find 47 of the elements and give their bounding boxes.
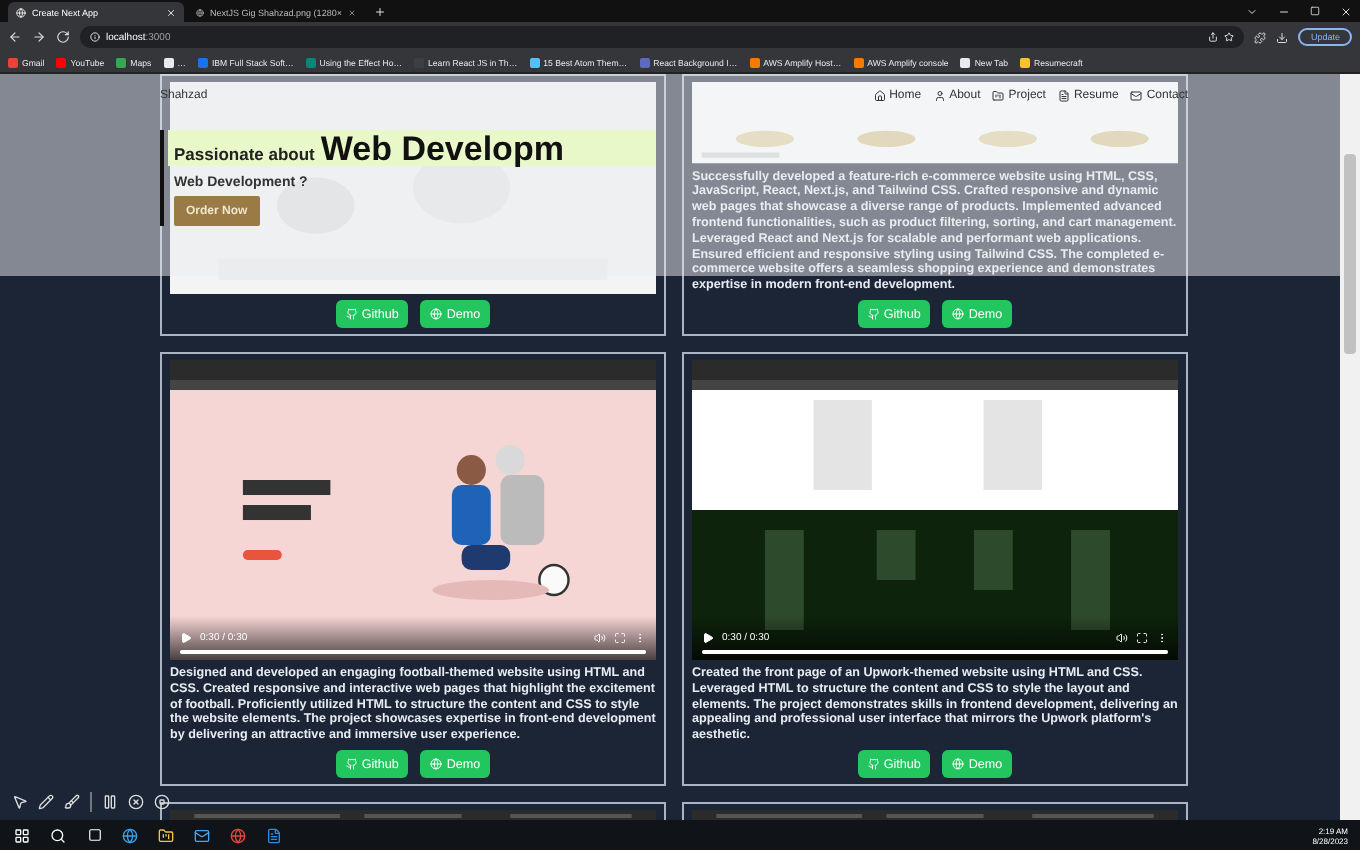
browser-icon[interactable] — [120, 825, 140, 845]
play-icon[interactable] — [702, 632, 714, 645]
pencil-icon[interactable] — [38, 794, 54, 810]
video-progress[interactable] — [702, 650, 1168, 655]
globe-icon — [196, 7, 205, 17]
search-icon[interactable] — [48, 825, 68, 845]
globe-icon — [16, 7, 26, 17]
globe-icon — [430, 308, 443, 320]
stop-icon[interactable] — [154, 794, 170, 810]
info-icon — [90, 32, 100, 42]
home-icon — [873, 90, 886, 102]
user-icon — [933, 90, 946, 102]
pause-icon[interactable] — [102, 794, 118, 810]
maximize-icon[interactable] — [1310, 6, 1320, 16]
scrollbar[interactable] — [1340, 74, 1360, 820]
globe-icon — [430, 758, 443, 770]
share-icon[interactable] — [1208, 32, 1219, 42]
folder-icon — [992, 90, 1005, 102]
document-icon — [1057, 90, 1070, 102]
github-icon — [867, 308, 880, 320]
mail-icon[interactable] — [192, 825, 212, 845]
new-tab-icon[interactable] — [374, 5, 386, 17]
forward-icon[interactable] — [32, 30, 46, 44]
folder-icon[interactable] — [156, 825, 176, 845]
back-icon[interactable] — [8, 30, 22, 44]
github-icon — [867, 758, 880, 770]
reload-icon[interactable] — [56, 30, 70, 44]
brush-icon[interactable] — [64, 794, 80, 810]
hero-lead: Passionate about — [174, 144, 315, 164]
download-icon[interactable] — [1276, 31, 1289, 43]
tab-search-icon[interactable] — [1246, 5, 1258, 17]
github-icon — [345, 758, 358, 770]
github-icon — [345, 308, 358, 320]
globe-icon — [952, 308, 965, 320]
mail-icon — [1130, 90, 1143, 102]
volume-icon[interactable] — [1116, 632, 1128, 645]
extensions-icon[interactable] — [1254, 31, 1267, 43]
video-progress[interactable] — [180, 650, 646, 655]
close-icon[interactable] — [128, 794, 144, 810]
globe-icon — [952, 758, 965, 770]
minimize-icon[interactable] — [1278, 5, 1290, 17]
pointer-icon[interactable] — [12, 794, 28, 810]
hero-title: Web Developm — [320, 130, 564, 170]
star-icon[interactable] — [1224, 32, 1235, 42]
close-icon[interactable] — [1340, 5, 1352, 17]
task-view-icon[interactable] — [84, 825, 104, 845]
windows-icon[interactable] — [12, 825, 32, 845]
